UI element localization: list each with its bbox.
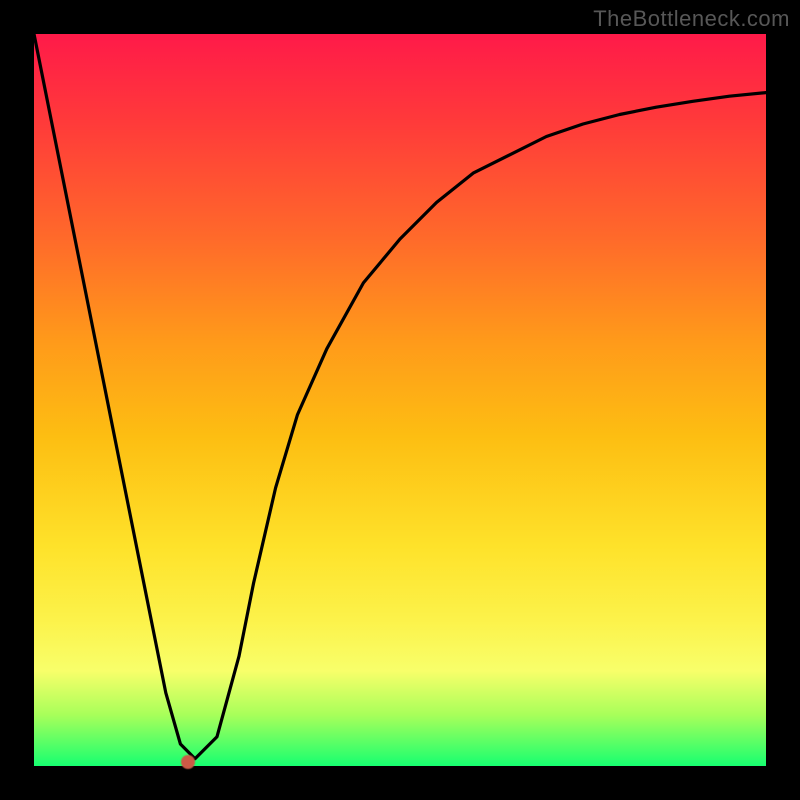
marker-dot xyxy=(181,755,195,769)
watermark-text: TheBottleneck.com xyxy=(593,6,790,32)
chart-frame: TheBottleneck.com xyxy=(0,0,800,800)
plot-area xyxy=(34,34,766,766)
bottleneck-curve xyxy=(34,34,766,766)
